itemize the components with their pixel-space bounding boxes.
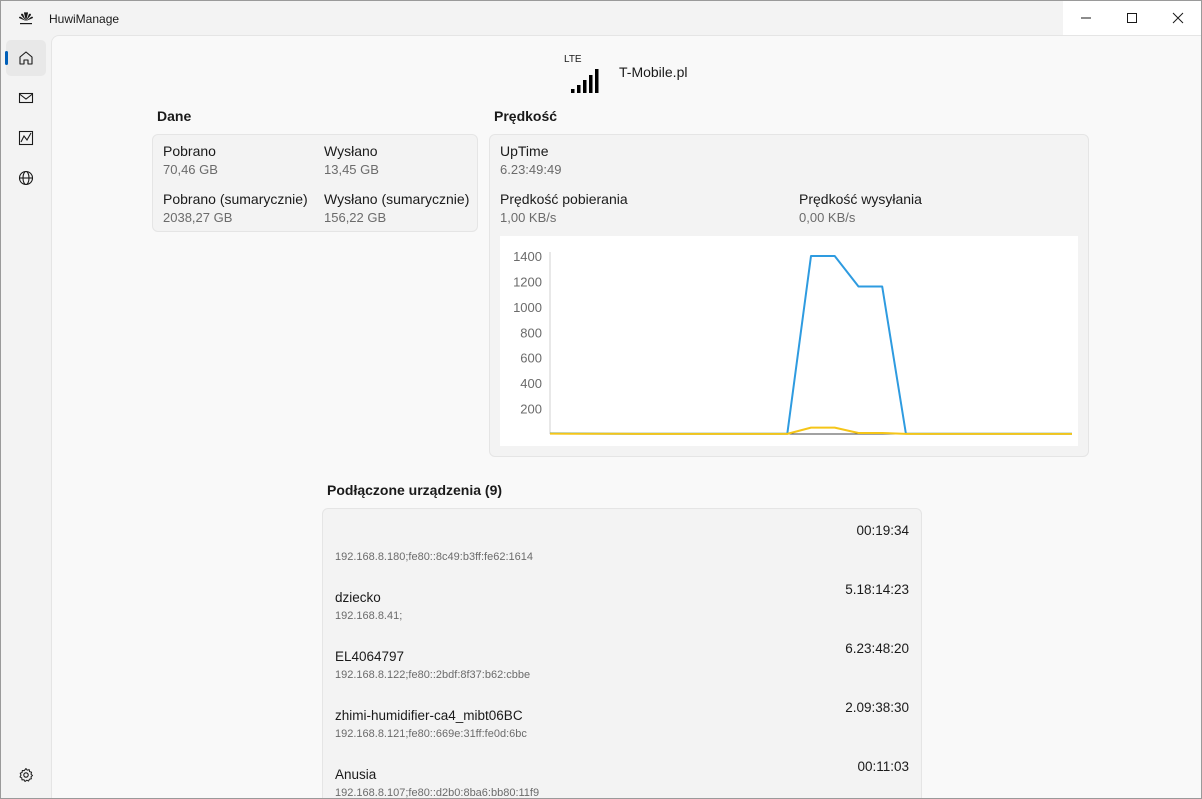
network-type: LTE <box>564 54 582 65</box>
download-speed-value: 1,00 KB/s <box>500 210 557 225</box>
device-item[interactable]: dziecko 192.168.8.41; 5.18:14:23 <box>323 576 921 635</box>
speed-card: UpTime 6.23:49:49 Prędkość pobierania 1,… <box>489 134 1089 457</box>
y-tick-label: 800 <box>520 325 542 340</box>
speed-chart-svg: 1400 1200 1000 800 600 400 200 <box>513 249 1072 435</box>
uploaded-label: Wysłano <box>324 143 378 159</box>
main-content: LTE T-Mobile.pl Dane Pobrano 70,46 GB Wy… <box>51 35 1201 799</box>
device-ip: 192.168.8.180;fe80::8c49:b3ff:fe62:1614 <box>335 551 533 563</box>
uploaded-value: 13,45 GB <box>324 162 379 177</box>
y-tick-label: 1400 <box>513 249 542 264</box>
device-name: EL4064797 <box>335 649 405 664</box>
signal-status: LTE <box>564 50 624 93</box>
device-name: Anusia <box>335 767 377 782</box>
maximize-button[interactable] <box>1109 1 1155 35</box>
device-connection-time: 00:19:34 <box>856 523 909 538</box>
uploaded-total-label: Wysłano (sumarycznie) <box>324 191 470 207</box>
home-icon <box>19 51 33 65</box>
upload-speed-value: 0,00 KB/s <box>799 210 856 225</box>
device-item[interactable]: EL4064797192.168.8.122;fe80::2bdf:8f37:b… <box>323 635 921 694</box>
uptime-label: UpTime <box>500 143 549 159</box>
close-button[interactable] <box>1155 1 1201 35</box>
downloaded-value: 70,46 GB <box>163 162 218 177</box>
downloaded-total-label: Pobrano (sumarycznie) <box>163 191 308 207</box>
window-title: HuwiManage <box>49 12 120 26</box>
close-icon <box>1172 12 1184 24</box>
maximize-icon <box>1127 13 1137 23</box>
device-ip: 192.168.8.41; <box>335 610 403 622</box>
y-tick-label: 200 <box>520 402 542 417</box>
uptime-value: 6.23:49:49 <box>500 162 562 177</box>
data-card: Pobrano 70,46 GB Wysłano 13,45 GB Pobran… <box>152 134 478 232</box>
device-ip: 192.168.8.107;fe80::d2b0:8ba6:bb80:11f9 <box>335 787 540 799</box>
sidebar <box>1 35 51 798</box>
device-name: zhimi-humidifier-ca4_mibt06BC <box>335 708 523 723</box>
device-name: dziecko <box>335 590 381 605</box>
device-connection-time: 2.09:38:30 <box>845 700 909 715</box>
speed-section-title: Prędkość <box>494 108 558 124</box>
device-connection-time: 5.18:14:23 <box>845 582 909 597</box>
speed-chart: 1400 1200 1000 800 600 400 200 <box>500 236 1078 446</box>
huawei-logo-icon <box>19 12 33 25</box>
devices-section-title: Podłączone urządzenia (9) <box>327 482 503 498</box>
downloaded-label: Pobrano <box>163 143 216 159</box>
title-bar[interactable]: HuwiManage <box>1 1 1201 35</box>
gear-icon <box>19 768 33 782</box>
data-section-title: Dane <box>157 108 192 124</box>
settings-button[interactable] <box>6 757 46 793</box>
y-tick-label: 1000 <box>513 300 542 315</box>
device-ip: 192.168.8.122;fe80::2bdf:8f37:b62:cbbe <box>335 669 531 681</box>
devices-list[interactable]: 192.168.8.180;fe80::8c49:b3ff:fe62:16140… <box>322 508 922 799</box>
device-connection-time: 00:11:03 <box>857 759 909 774</box>
device-item[interactable]: zhimi-humidifier-ca4_mibt06BC 192.168.8.1… <box>323 694 921 753</box>
signal-bars-icon <box>571 69 599 93</box>
app-window: HuwiManage LTE T-Mobile.pl Dane Pobrano … <box>0 0 1202 799</box>
y-tick-label: 1200 <box>513 274 542 289</box>
downloaded-total-value: 2038,27 GB <box>163 210 233 225</box>
window-controls <box>1063 1 1201 35</box>
mail-icon <box>18 92 34 104</box>
sidebar-item-statistics[interactable] <box>6 120 46 156</box>
sidebar-item-home[interactable] <box>5 40 46 76</box>
active-indicator <box>5 51 8 65</box>
globe-icon <box>18 170 34 186</box>
minimize-button[interactable] <box>1063 1 1109 35</box>
device-connection-time: 6.23:48:20 <box>845 641 909 656</box>
operator-name: T-Mobile.pl <box>619 64 688 80</box>
y-tick-label: 600 <box>520 351 542 366</box>
device-item[interactable]: 192.168.8.180;fe80::8c49:b3ff:fe62:1614 0… <box>323 517 921 576</box>
device-item[interactable]: Anusia192.168.8.107;fe80::d2b0:8ba6:bb80… <box>323 753 921 799</box>
series-line-download <box>549 255 1072 435</box>
chart-icon <box>18 130 34 146</box>
device-ip: 192.168.8.121;fe80::669e:31ff:fe0d:6bc <box>335 728 527 740</box>
y-tick-label: 400 <box>520 376 542 391</box>
sidebar-item-network[interactable] <box>6 160 46 196</box>
uploaded-total-value: 156,22 GB <box>324 210 387 225</box>
series-line-upload <box>549 426 1072 435</box>
upload-speed-label: Prędkość wysyłania <box>799 191 922 207</box>
minimize-icon <box>1081 17 1091 19</box>
download-speed-label: Prędkość pobierania <box>500 191 628 207</box>
sidebar-item-messages[interactable] <box>6 80 46 116</box>
